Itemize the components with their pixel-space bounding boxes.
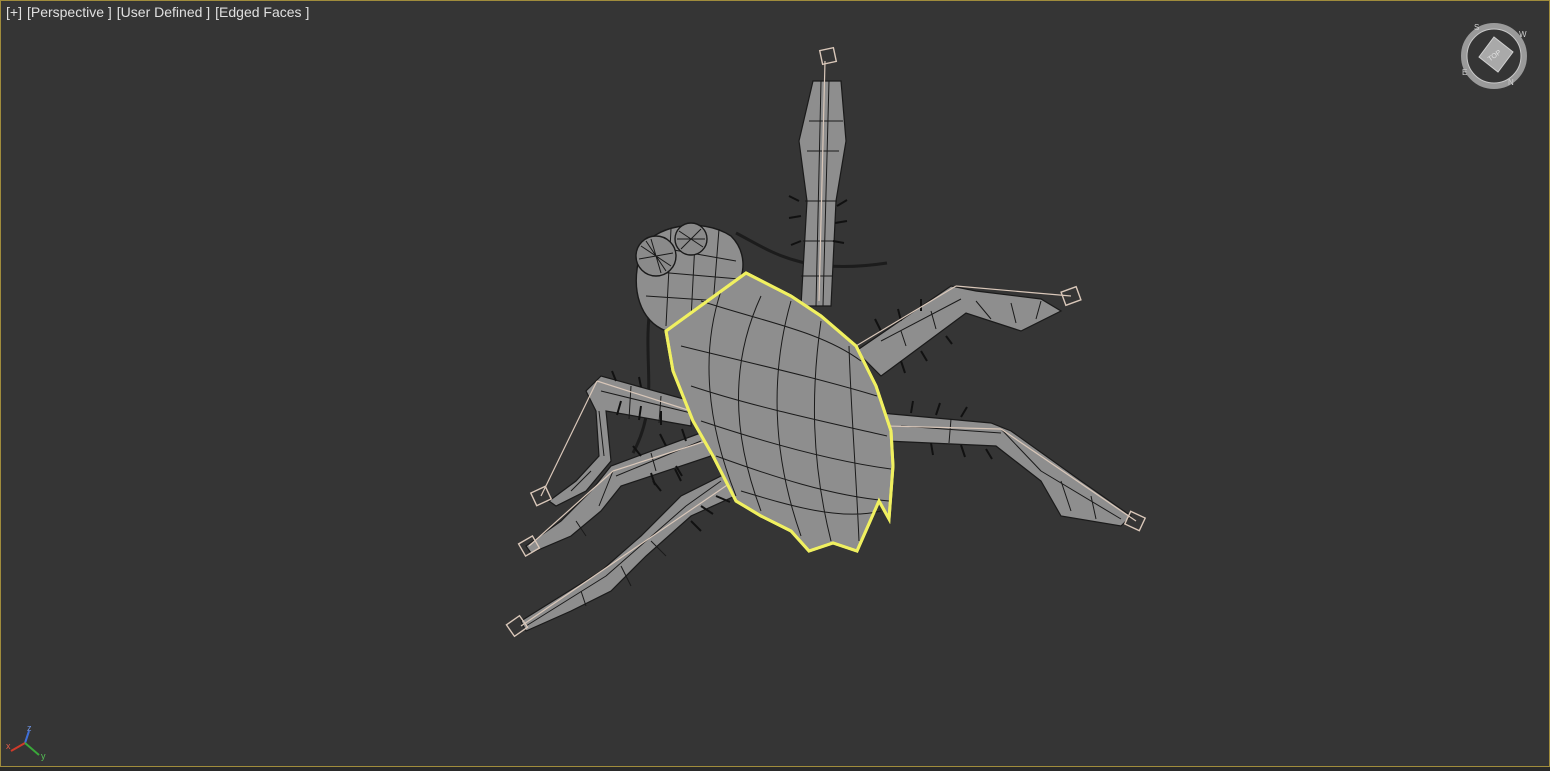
viewport-view-label[interactable]: [Perspective ] [27, 4, 112, 20]
viewport-bottom-strip [0, 767, 1550, 771]
axis-y-label: y [41, 751, 46, 761]
viewport-edges-label[interactable]: [Edged Faces ] [215, 4, 309, 20]
leg-left-middle[interactable] [517, 428, 712, 558]
antenna-left [631, 300, 653, 454]
compass-north-label: N [1508, 78, 1514, 87]
viewport-plus-menu[interactable]: [+] [6, 4, 22, 20]
leg-right-lower[interactable] [880, 400, 1147, 532]
axis-z-label: z [27, 723, 32, 733]
compass-south-label: S [1474, 23, 1479, 32]
axis-x-label: x [6, 741, 11, 751]
compass-east-label: E [1462, 68, 1467, 77]
model-scene[interactable] [1, 1, 1549, 766]
viewport-label-menu[interactable]: [+] [Perspective ] [User Defined ] [Edged F… [6, 4, 314, 20]
viewcube[interactable]: TOP S W E N [1457, 19, 1531, 93]
bone-end-marker[interactable] [818, 46, 838, 66]
leg-right-upper[interactable] [855, 285, 1082, 377]
perspective-viewport[interactable]: [+] [Perspective ] [User Defined ] [Edged F… [0, 0, 1550, 767]
axis-tripod: z x y [6, 723, 46, 761]
viewport-shading-label[interactable]: [User Defined ] [117, 4, 210, 20]
compass-west-label: W [1519, 30, 1527, 39]
